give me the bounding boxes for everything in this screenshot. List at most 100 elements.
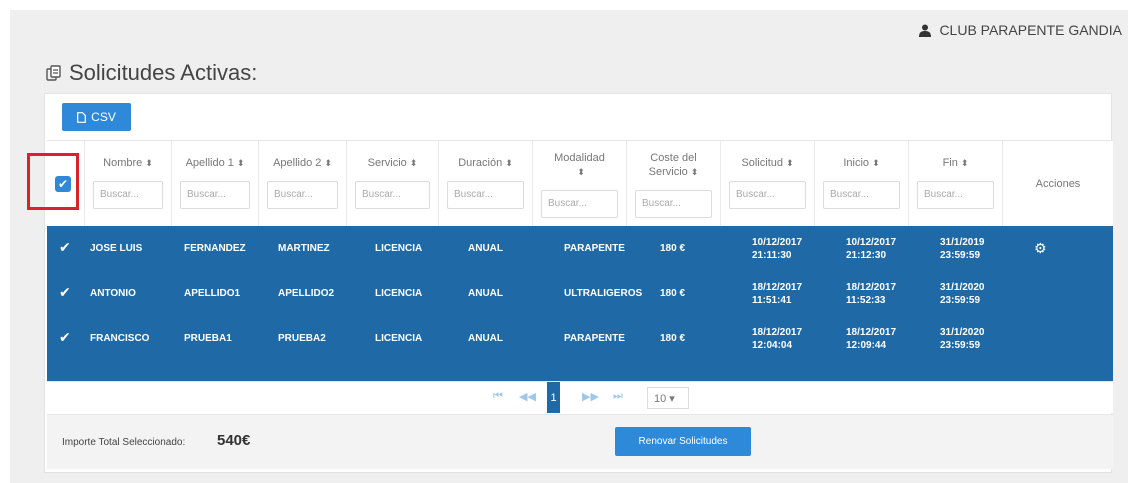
time-text: 12:09:44 xyxy=(846,339,887,351)
cell-nombre: FRANCISCO xyxy=(90,333,150,344)
time-text: 11:52:33 xyxy=(846,294,886,306)
last-page-icon[interactable]: ⏭ xyxy=(613,390,623,403)
pagination: ⏮ ◀◀ 1 ▶▶ ⏭ 10 ▾ xyxy=(47,381,1113,413)
column-label: Solicitud xyxy=(741,157,784,169)
table-row[interactable]: ✔ JOSE LUIS FERNANDEZ MARTINEZ LICENCIA … xyxy=(47,226,1113,271)
cell-servicio: LICENCIA xyxy=(375,243,423,254)
column-label: Modalidad xyxy=(554,152,605,164)
sort-icon[interactable]: ⬍ xyxy=(577,167,585,177)
page-title: Solicitudes Activas: xyxy=(45,60,257,86)
sort-icon[interactable]: ⬍ xyxy=(324,158,332,168)
date-text: 10/12/2017 xyxy=(752,236,803,248)
column-label: Coste del Servicio xyxy=(648,152,697,178)
search-input-apellido2[interactable]: Buscar... xyxy=(267,181,338,209)
column-label: Acciones xyxy=(1035,178,1081,190)
total-value: 540€ xyxy=(217,432,251,449)
cell-duracion: ANUAL xyxy=(468,333,503,344)
column-header-servicio[interactable]: Servicio ⬍ Buscar... xyxy=(346,141,438,227)
column-label: Apellido 2 xyxy=(273,157,322,169)
sort-icon[interactable]: ⬍ xyxy=(505,158,513,168)
row-check-icon[interactable]: ✔ xyxy=(59,284,71,301)
search-input-solicitud[interactable]: Buscar... xyxy=(729,181,806,209)
next-page-icon[interactable]: ▶▶ xyxy=(582,390,599,403)
cell-inicio: 18/12/2017 12:09:44 xyxy=(846,316,896,361)
search-input-coste[interactable]: Buscar... xyxy=(635,190,712,218)
search-input-modalidad[interactable]: Buscar... xyxy=(541,190,618,218)
column-label: Servicio xyxy=(367,157,407,169)
column-header-solicitud[interactable]: Solicitud ⬍ Buscar... xyxy=(720,141,814,227)
cell-apellido1: PRUEBA1 xyxy=(184,333,232,344)
cell-coste: 180 € xyxy=(660,288,686,299)
user-bar[interactable]: CLUB PARAPENTE GANDIA xyxy=(919,22,1122,38)
total-label: Importe Total Seleccionado: xyxy=(62,437,186,448)
column-header-apellido2[interactable]: Apellido 2 ⬍ Buscar... xyxy=(258,141,346,227)
cell-duracion: ANUAL xyxy=(468,288,503,299)
cell-fin: 31/1/2019 23:59:59 xyxy=(940,226,985,271)
table-footer: Importe Total Seleccionado: 540€ Renovar… xyxy=(47,414,1113,469)
highlight-box xyxy=(27,153,79,210)
csv-label: CSV xyxy=(91,110,116,124)
date-text: 18/12/2017 xyxy=(752,326,803,338)
row-check-icon[interactable]: ✔ xyxy=(59,329,71,346)
cell-apellido2: MARTINEZ xyxy=(278,243,330,254)
sort-icon[interactable]: ⬍ xyxy=(145,158,153,168)
search-input-servicio[interactable]: Buscar... xyxy=(355,181,430,209)
sort-icon[interactable]: ⬍ xyxy=(691,167,699,177)
first-page-icon[interactable]: ⏮ xyxy=(493,390,503,403)
time-text: 11:51:41 xyxy=(752,294,792,306)
club-name: CLUB PARAPENTE GANDIA xyxy=(939,22,1122,38)
cell-fin: 31/1/2020 23:59:59 xyxy=(940,316,985,361)
time-text: 12:04:04 xyxy=(752,339,793,351)
cell-modalidad: PARAPENTE xyxy=(564,333,625,344)
prev-page-icon[interactable]: ◀◀ xyxy=(519,390,536,403)
table-header: ✔ Nombre ⬍ Buscar... Apellido 1 ⬍ Buscar..… xyxy=(47,140,1113,227)
column-header-apellido1[interactable]: Apellido 1 ⬍ Buscar... xyxy=(171,141,258,227)
cell-nombre: JOSE LUIS xyxy=(90,243,143,254)
sort-icon[interactable]: ⬍ xyxy=(872,158,880,168)
table-row[interactable]: ✔ ANTONIO APELLIDO1 APELLIDO2 LICENCIA A… xyxy=(47,271,1113,316)
column-header-coste[interactable]: Coste del Servicio ⬍ Buscar... xyxy=(626,141,720,227)
sort-icon[interactable]: ⬍ xyxy=(786,158,794,168)
row-check-icon[interactable]: ✔ xyxy=(59,239,71,256)
cell-coste: 180 € xyxy=(660,243,686,254)
column-header-fin[interactable]: Fin ⬍ Buscar... xyxy=(908,141,1002,227)
column-header-nombre[interactable]: Nombre ⬍ Buscar... xyxy=(84,141,171,227)
time-text: 23:59:59 xyxy=(940,294,981,306)
page-size-select[interactable]: 10 ▾ xyxy=(647,387,689,409)
sort-icon[interactable]: ⬍ xyxy=(961,158,969,168)
search-input-inicio[interactable]: Buscar... xyxy=(823,181,900,209)
column-header-inicio[interactable]: Inicio ⬍ Buscar... xyxy=(814,141,908,227)
cell-solicitud: 18/12/2017 11:51:41 xyxy=(752,271,802,316)
search-input-fin[interactable]: Buscar... xyxy=(917,181,994,209)
cell-modalidad: PARAPENTE xyxy=(564,243,625,254)
column-header-modalidad[interactable]: Modalidad ⬍ Buscar... xyxy=(532,141,626,227)
cell-apellido1: FERNANDEZ xyxy=(184,243,246,254)
sort-icon[interactable]: ⬍ xyxy=(237,158,245,168)
date-text: 10/12/2017 xyxy=(846,236,897,248)
date-text: 18/12/2017 xyxy=(846,281,897,293)
renew-requests-button[interactable]: Renovar Solicitudes xyxy=(615,427,751,456)
cell-fin: 31/1/2020 23:59:59 xyxy=(940,271,985,316)
cell-inicio: 10/12/2017 21:12:30 xyxy=(846,226,896,271)
table-row[interactable]: ✔ FRANCISCO PRUEBA1 PRUEBA2 LICENCIA ANU… xyxy=(47,316,1113,381)
page-title-text: Solicitudes Activas: xyxy=(69,60,258,85)
column-header-duracion[interactable]: Duración ⬍ Buscar... xyxy=(438,141,532,227)
column-header-acciones: Acciones xyxy=(1002,141,1113,227)
date-text: 31/1/2019 xyxy=(940,236,985,248)
time-text: 21:11:30 xyxy=(752,249,792,261)
time-text: 23:59:59 xyxy=(940,339,981,351)
sort-icon[interactable]: ⬍ xyxy=(410,158,418,168)
csv-export-button[interactable]: CSV xyxy=(62,103,131,131)
cell-nombre: ANTONIO xyxy=(90,288,136,299)
file-icon xyxy=(77,111,87,123)
date-text: 18/12/2017 xyxy=(752,281,803,293)
cell-solicitud: 10/12/2017 21:11:30 xyxy=(752,226,802,271)
column-label: Duración xyxy=(458,157,503,169)
search-input-nombre[interactable]: Buscar... xyxy=(93,181,163,209)
cell-apellido2: APELLIDO2 xyxy=(278,288,335,299)
search-input-duracion[interactable]: Buscar... xyxy=(447,181,524,209)
search-input-apellido1[interactable]: Buscar... xyxy=(180,181,250,209)
gear-icon[interactable]: ⚙ xyxy=(1034,240,1047,257)
current-page-button[interactable]: 1 xyxy=(547,382,560,413)
cell-duracion: ANUAL xyxy=(468,243,503,254)
